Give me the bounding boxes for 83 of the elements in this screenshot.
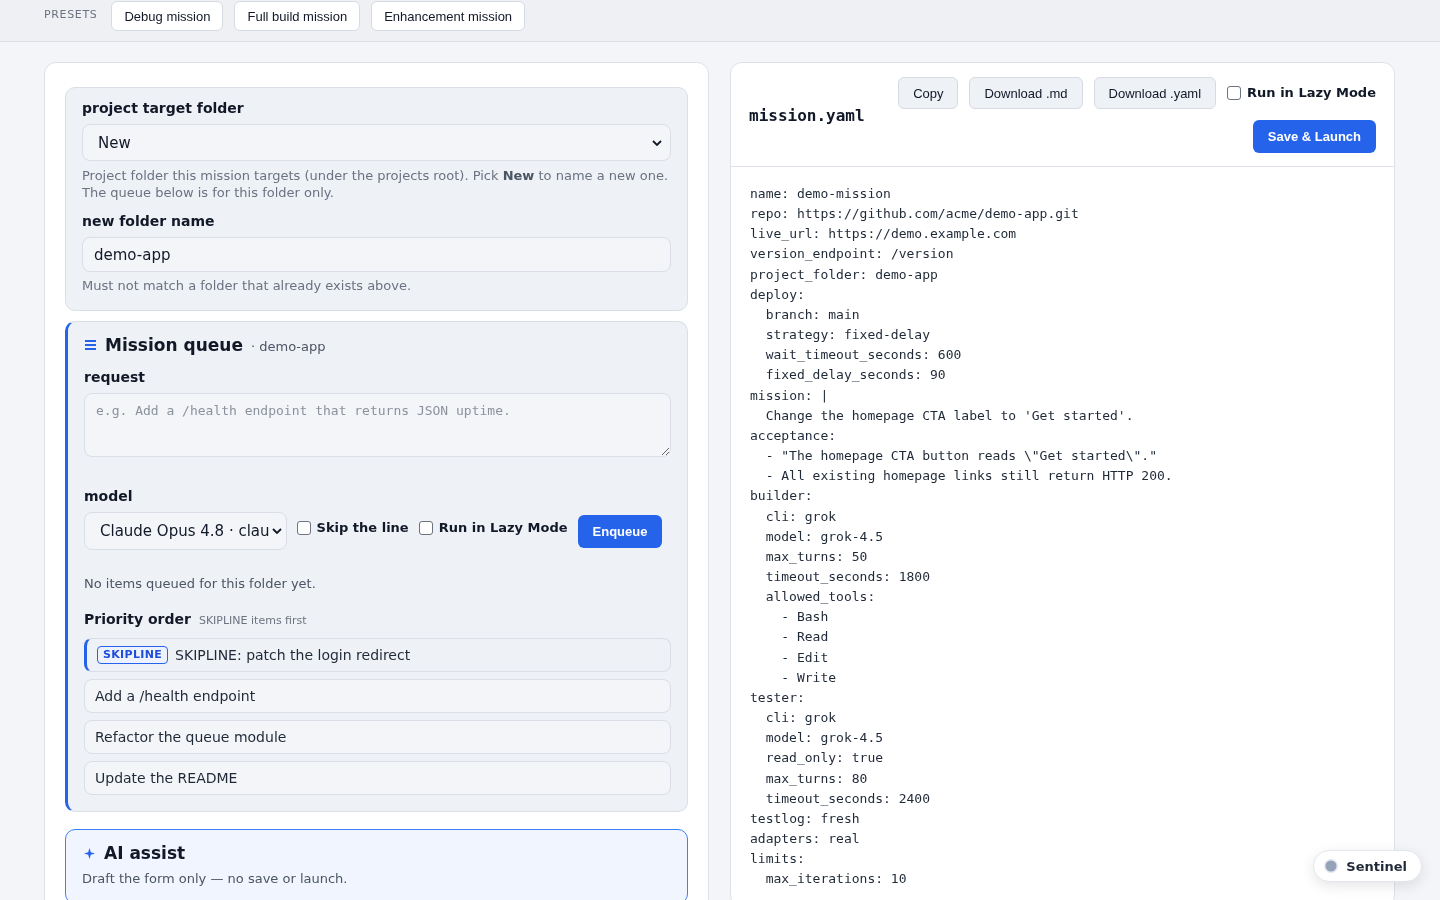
queue-item-text: Refactor the queue module bbox=[95, 729, 287, 745]
save-launch-button[interactable]: Save & Launch bbox=[1252, 120, 1376, 153]
code-line: repo: https://github.com/acme/demo-app.git bbox=[750, 205, 1079, 224]
queue-item[interactable]: Add a /health endpoint bbox=[84, 679, 671, 713]
code-line: - "The homepage CTA button reads \"Get started\"." bbox=[765, 447, 1157, 466]
code-line: cli: grok bbox=[765, 507, 837, 526]
code-line: timeout_seconds: 2400 bbox=[765, 789, 930, 808]
code-line: timeout_seconds: 1800 bbox=[765, 567, 930, 586]
checkbox-label[interactable]: Run in Lazy Mode bbox=[438, 520, 568, 535]
code-line: - All existing homepage links still return HTTP 200. bbox=[765, 467, 1173, 486]
code-line: Change the homepage CTA label to 'Get started'. bbox=[765, 406, 1134, 425]
priority-note: SKIPLINE items first bbox=[198, 614, 307, 627]
code-line: live_url: https://demo.example.com bbox=[750, 225, 1017, 244]
preset-button[interactable]: Enhancement mission bbox=[371, 1, 526, 31]
action-button[interactable]: Copy bbox=[898, 77, 959, 109]
code-line: max_iterations: 10 bbox=[765, 870, 907, 889]
folder-name: · demo-app bbox=[250, 337, 326, 354]
folder-name-field[interactable]: demo-app bbox=[82, 237, 671, 272]
sparkle-icon bbox=[84, 847, 95, 859]
code-line: testlog: fresh bbox=[750, 809, 860, 828]
checkbox-label[interactable]: Skip the line bbox=[316, 520, 409, 535]
empty-note: No items queued for this folder yet. bbox=[84, 575, 316, 592]
code-line: mission: | bbox=[750, 386, 829, 405]
model-select[interactable]: Claude Opus 4.8 · clau bbox=[84, 512, 287, 550]
section-title: AI assist bbox=[104, 843, 186, 863]
queue-item[interactable]: Refactor the queue module bbox=[84, 720, 671, 754]
preset-button[interactable]: Debug mission bbox=[111, 1, 224, 31]
field-label: request bbox=[84, 369, 145, 386]
help-text: Must not match a folder that already exists above. bbox=[82, 277, 413, 294]
preset-button[interactable]: Full build mission bbox=[234, 1, 361, 31]
queue-item[interactable]: SKIPLINE SKIPLINE: patch the login redirect bbox=[84, 638, 671, 672]
checkbox[interactable] bbox=[418, 520, 433, 535]
code-line: branch: main bbox=[765, 305, 860, 324]
code-line: cli: grok bbox=[765, 709, 837, 728]
queue-item-text: Update the README bbox=[95, 770, 238, 786]
ai-assist-subtitle: Draft the form only — no save or launch. bbox=[82, 870, 348, 887]
presets-label: PRESETS bbox=[44, 7, 98, 22]
code-line: - Read bbox=[781, 628, 829, 647]
list-icon bbox=[85, 340, 96, 350]
checkbox[interactable] bbox=[1227, 85, 1242, 100]
action-button[interactable]: Download .md bbox=[969, 77, 1083, 109]
code-line: deploy: bbox=[750, 285, 805, 304]
code-line: max_turns: 80 bbox=[765, 769, 868, 788]
code-line: name: demo-mission bbox=[750, 185, 891, 203]
code-line: model: grok-4.5 bbox=[765, 527, 884, 546]
code-line: adapters: real bbox=[750, 830, 860, 848]
code-line: - Edit bbox=[781, 648, 829, 667]
priority-title: Priority order bbox=[84, 611, 191, 627]
enqueue-button[interactable]: Enqueue bbox=[577, 514, 663, 548]
field-label: new folder name bbox=[82, 213, 215, 230]
code-line: model: grok-4.5 bbox=[765, 729, 884, 748]
code-line: tester: bbox=[750, 688, 805, 707]
code-line: read_only: true bbox=[765, 749, 884, 768]
folder-select[interactable]: New bbox=[82, 124, 671, 161]
field-label: model bbox=[84, 488, 133, 505]
file-name: mission.yaml bbox=[749, 105, 865, 125]
code-line: allowed_tools: bbox=[765, 588, 876, 607]
code-line: acceptance: bbox=[750, 426, 837, 445]
code-line: wait_timeout_seconds: 600 bbox=[765, 346, 962, 365]
status-dot-icon bbox=[1324, 859, 1339, 873]
code-line: max_turns: 50 bbox=[765, 547, 868, 566]
chevron-icon bbox=[652, 139, 662, 146]
code-line: - Bash bbox=[781, 608, 829, 627]
help-text: Project folder this mission targets (under the projects root). Pick New to name a new one. The queue below is for this folder only. bbox=[82, 167, 670, 201]
code-line: project_folder: demo-app bbox=[750, 265, 938, 284]
chevron-icon bbox=[271, 528, 282, 534]
skipline-badge: SKIPLINE bbox=[97, 646, 169, 664]
code-line: builder: bbox=[750, 487, 813, 506]
action-button[interactable]: Download .yaml bbox=[1093, 77, 1217, 109]
code-line: strategy: fixed-delay bbox=[765, 326, 930, 345]
checkbox-label[interactable]: Run in Lazy Mode bbox=[1247, 85, 1376, 100]
sentinel-button[interactable]: Sentinel bbox=[1313, 850, 1422, 882]
queue-item-text: Add a /health endpoint bbox=[95, 688, 256, 704]
code-line: limits: bbox=[750, 850, 805, 869]
queue-item-text: SKIPLINE: patch the login redirect bbox=[175, 647, 411, 663]
code-line: - Write bbox=[781, 668, 837, 687]
code-line: version_endpoint: /version bbox=[750, 245, 954, 264]
section-title: Mission queue bbox=[105, 335, 243, 355]
field-label: project target folder bbox=[82, 100, 244, 117]
request-field[interactable]: e.g. Add a /health endpoint that returns JSON uptime. bbox=[84, 393, 671, 457]
code-line: fixed_delay_seconds: 90 bbox=[765, 366, 946, 385]
queue-item[interactable]: Update the README bbox=[84, 761, 671, 795]
checkbox[interactable] bbox=[296, 520, 311, 535]
